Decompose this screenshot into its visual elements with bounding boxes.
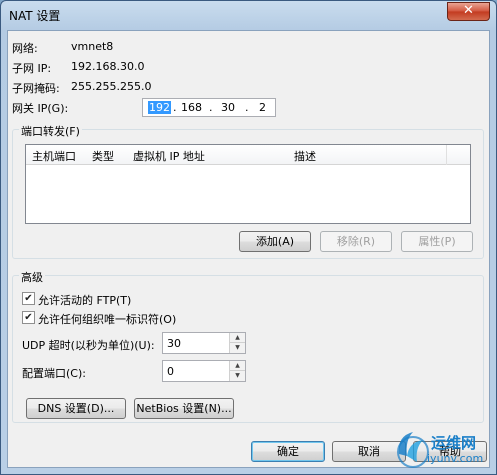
spin-up-icon[interactable]: ▲	[230, 333, 245, 343]
watermark-title: 运维网	[431, 434, 477, 452]
dialog-client: 网络: vmnet8 子网 IP: 192.168.30.0 子网掩码: 255…	[7, 30, 490, 468]
subnet-mask-label: 子网掩码:	[12, 82, 60, 95]
udp-timeout-label: UDP 超时(以秒为单位)(U):	[22, 339, 155, 352]
add-button[interactable]: 添加(A)	[239, 231, 311, 252]
column-separator	[446, 145, 447, 165]
check-icon: ✔	[24, 293, 33, 304]
gateway-octet-3[interactable]: 30	[221, 101, 235, 114]
spin-down-icon[interactable]: ▼	[230, 343, 245, 353]
gateway-dot-1: .	[173, 101, 177, 114]
subnet-ip-label: 子网 IP:	[12, 62, 52, 75]
column-type[interactable]: 类型	[92, 148, 114, 164]
subnet-ip-value: 192.168.30.0	[71, 60, 145, 73]
config-port-label: 配置端口(C):	[22, 367, 86, 380]
udp-timeout-value[interactable]: 30	[167, 337, 181, 350]
ok-button[interactable]: 确定	[251, 441, 325, 462]
allow-ftp-checkbox[interactable]: ✔	[22, 292, 35, 305]
close-icon: ✕	[463, 3, 474, 18]
gateway-ip-label: 网关 IP(G):	[12, 102, 69, 115]
list-header: 主机端口 类型 虚拟机 IP 地址 描述	[26, 145, 470, 165]
close-button[interactable]: ✕	[447, 2, 490, 21]
port-forwarding-list[interactable]: 主机端口 类型 虚拟机 IP 地址 描述	[25, 144, 471, 224]
properties-button[interactable]: 属性(P)	[401, 231, 473, 252]
dns-settings-button[interactable]: DNS 设置(D)...	[26, 398, 126, 419]
column-description[interactable]: 描述	[294, 148, 316, 164]
gateway-octet-2[interactable]: 168	[181, 101, 202, 114]
udp-timeout-spin: ▲ ▼	[229, 333, 245, 353]
allow-unique-id-label[interactable]: 允许任何组织唯一标识符(O)	[38, 311, 176, 327]
gateway-ip-input[interactable]: 192 . 168 . 30 . 2	[142, 98, 276, 117]
config-port-value[interactable]: 0	[167, 365, 174, 378]
advanced-title: 高级	[19, 269, 45, 285]
gateway-dot-3: .	[245, 101, 249, 114]
allow-unique-id-checkbox[interactable]: ✔	[22, 311, 35, 324]
remove-button[interactable]: 移除(R)	[320, 231, 392, 252]
network-value: vmnet8	[71, 40, 114, 53]
gateway-octet-4[interactable]: 2	[259, 101, 266, 114]
allow-ftp-label[interactable]: 允许活动的 FTP(T)	[38, 292, 131, 308]
nat-settings-window: NAT 设置 ✕ 网络: vmnet8 子网 IP: 192. 168. 30. 0 …	[0, 0, 497, 475]
watermark-url: iyunv.com	[427, 452, 484, 465]
config-port-stepper[interactable]: 0 ▲ ▼	[162, 360, 246, 382]
gateway-octet-1[interactable]: 192	[148, 101, 171, 114]
spin-down-icon[interactable]: ▼	[230, 371, 245, 381]
check-icon: ✔	[24, 312, 33, 323]
column-host-port[interactable]: 主机端口	[32, 148, 76, 164]
netbios-settings-button[interactable]: NetBios 设置(N)...	[134, 398, 234, 419]
config-port-spin: ▲ ▼	[229, 361, 245, 381]
gateway-dot-2: .	[209, 101, 213, 114]
subnet-mask-value: 255.255.255.0	[71, 80, 152, 93]
spin-up-icon[interactable]: ▲	[230, 361, 245, 371]
window-title: NAT 设置	[9, 9, 61, 23]
site-watermark: 运维网 iyunv.com	[393, 426, 493, 472]
port-forwarding-title: 端口转发(F)	[19, 123, 82, 139]
column-vm-ip[interactable]: 虚拟机 IP 地址	[133, 148, 205, 164]
title-bar[interactable]: NAT 设置 ✕	[1, 1, 496, 29]
network-label: 网络:	[12, 42, 38, 55]
udp-timeout-stepper[interactable]: 30 ▲ ▼	[162, 332, 246, 354]
